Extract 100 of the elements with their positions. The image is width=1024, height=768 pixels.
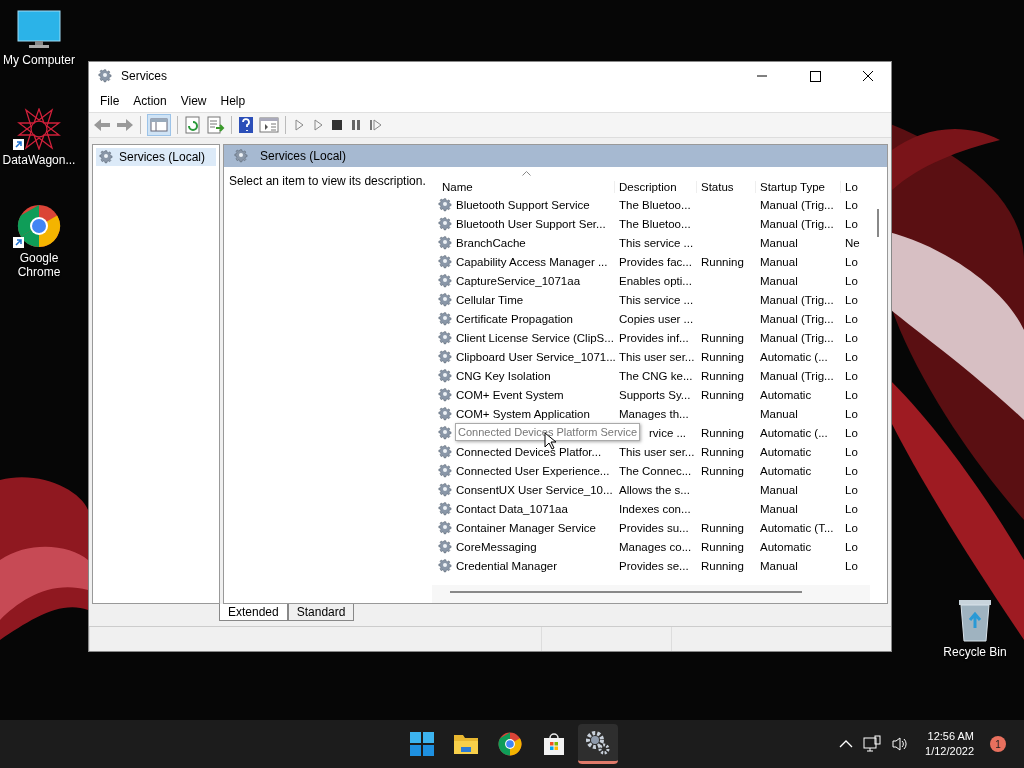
column-header[interactable]: Name xyxy=(438,181,615,193)
table-cell: Running xyxy=(701,255,744,268)
export-list-icon[interactable] xyxy=(207,116,225,134)
properties-pane-icon[interactable] xyxy=(259,116,279,134)
service-name[interactable]: Bluetooth User Support Ser... xyxy=(456,217,606,230)
view-tab[interactable]: Standard xyxy=(287,604,355,621)
table-cell: Automatic xyxy=(760,445,812,458)
table-cell: Lo xyxy=(845,293,858,306)
help-icon[interactable] xyxy=(238,116,254,134)
console-tree-icon[interactable] xyxy=(147,114,171,136)
window-title: Services xyxy=(121,69,167,83)
table-cell: Running xyxy=(701,369,744,382)
gear-icon xyxy=(438,253,454,270)
service-name[interactable]: ConsentUX User Service_10... xyxy=(456,483,613,496)
caret-up-icon[interactable] xyxy=(839,739,854,749)
table-cell: Automatic xyxy=(760,540,812,553)
column-header[interactable]: Description xyxy=(615,181,697,193)
table-cell: Provides su... xyxy=(619,521,689,534)
gear-icon xyxy=(438,443,454,460)
menu-item[interactable]: Action xyxy=(126,92,174,110)
service-name[interactable]: Container Manager Service xyxy=(456,521,596,534)
gear-icon xyxy=(438,234,454,251)
windows-logo-icon xyxy=(410,732,434,756)
service-name[interactable]: Contact Data_1071aa xyxy=(456,502,568,515)
service-name[interactable]: Bluetooth Support Service xyxy=(456,198,590,211)
table-cell: Enables opti... xyxy=(619,274,692,287)
notification-badge[interactable]: 1 xyxy=(990,736,1006,752)
table-cell: Allows the s... xyxy=(619,483,690,496)
chrome-icon xyxy=(17,204,61,248)
table-cell: Manual xyxy=(760,407,798,420)
table-cell: Running xyxy=(701,559,744,572)
service-name[interactable]: CoreMessaging xyxy=(456,540,537,553)
chrome-icon xyxy=(498,732,522,756)
column-header[interactable]: Startup Type xyxy=(756,181,841,193)
star-pattern-icon xyxy=(17,108,61,150)
gear-icon xyxy=(438,272,454,289)
gear-icon xyxy=(438,462,454,479)
service-name[interactable]: CNG Key Isolation xyxy=(456,369,551,382)
start-icon[interactable] xyxy=(311,118,325,132)
network-icon[interactable] xyxy=(863,735,882,753)
service-name[interactable]: CaptureService_1071aa xyxy=(456,274,581,287)
service-name[interactable]: Connected User Experience... xyxy=(456,464,610,477)
tree-item[interactable]: Services (Local) xyxy=(96,148,216,166)
speaker-icon[interactable] xyxy=(891,736,910,752)
horizontal-scrollbar[interactable] xyxy=(432,585,870,603)
sort-caret-icon xyxy=(522,171,531,176)
gear-icon xyxy=(438,500,454,517)
menu-item[interactable]: View xyxy=(173,92,214,110)
menu-item[interactable]: File xyxy=(93,92,127,110)
refresh-icon[interactable] xyxy=(184,116,202,134)
menu-item[interactable]: Help xyxy=(213,92,253,110)
desktop-icon-label[interactable]: My Computer xyxy=(3,53,75,67)
description-hint: Select an item to view its description. xyxy=(229,174,426,188)
gear-icon xyxy=(438,329,454,346)
service-name[interactable]: Cellular Time xyxy=(456,293,524,306)
table-cell: Lo xyxy=(845,369,858,382)
table-cell: Manual xyxy=(760,502,798,515)
pane-header-title: Services (Local) xyxy=(260,149,347,163)
table-cell: Supports Sy... xyxy=(619,388,691,401)
table-cell: This service ... xyxy=(619,236,694,249)
resume-icon[interactable] xyxy=(368,118,384,132)
gear-icon xyxy=(438,519,454,536)
service-name[interactable]: Connected Devices Platfor... xyxy=(456,445,602,458)
taskbar-app-button[interactable] xyxy=(578,724,618,764)
stop-icon[interactable] xyxy=(330,118,344,132)
table-cell: Automatic (T... xyxy=(760,521,834,534)
table-cell: Running xyxy=(701,521,744,534)
table-cell: Indexes con... xyxy=(619,502,691,515)
table-cell: Lo xyxy=(845,426,858,439)
desktop-icon-label[interactable]: Google Chrome xyxy=(0,251,81,279)
monitor-icon xyxy=(17,10,61,50)
service-name[interactable]: COM+ Event System xyxy=(456,388,564,401)
table-cell: Running xyxy=(701,445,744,458)
table-cell: The Bluetoo... xyxy=(619,217,691,230)
table-cell: This user ser... xyxy=(619,350,695,363)
table-cell: Automatic (... xyxy=(760,426,828,439)
desktop-icon-label[interactable]: DataWagon... xyxy=(2,153,76,167)
column-header[interactable]: Status xyxy=(697,181,756,193)
service-name[interactable]: Capability Access Manager ... xyxy=(456,255,608,268)
service-name[interactable]: Client License Service (ClipS... xyxy=(456,331,614,344)
desktop-icon-label[interactable]: Recycle Bin xyxy=(943,645,1007,659)
service-name[interactable]: COM+ System Application xyxy=(456,407,590,420)
table-cell: Lo xyxy=(845,217,858,230)
start-icon[interactable] xyxy=(292,118,306,132)
gear-icon xyxy=(98,68,114,84)
clock[interactable]: 12:56 AM 1/12/2022 xyxy=(925,729,974,759)
table-cell: Lo xyxy=(845,350,858,363)
back-arrow-icon[interactable] xyxy=(93,117,111,133)
gear-icon xyxy=(438,215,454,232)
forward-arrow-icon[interactable] xyxy=(116,117,134,133)
service-name[interactable]: Credential Manager xyxy=(456,559,557,572)
pause-icon[interactable] xyxy=(349,118,363,132)
table-cell: Provides fac... xyxy=(619,255,692,268)
table-cell: Lo xyxy=(845,521,858,534)
service-name[interactable]: Clipboard User Service_1071... xyxy=(456,350,616,363)
table-cell: Manual (Trig... xyxy=(760,293,834,306)
service-name[interactable]: BranchCache xyxy=(456,236,526,249)
view-tab[interactable]: Extended xyxy=(219,604,288,621)
service-name[interactable]: Certificate Propagation xyxy=(456,312,573,325)
folder-icon xyxy=(453,733,479,755)
